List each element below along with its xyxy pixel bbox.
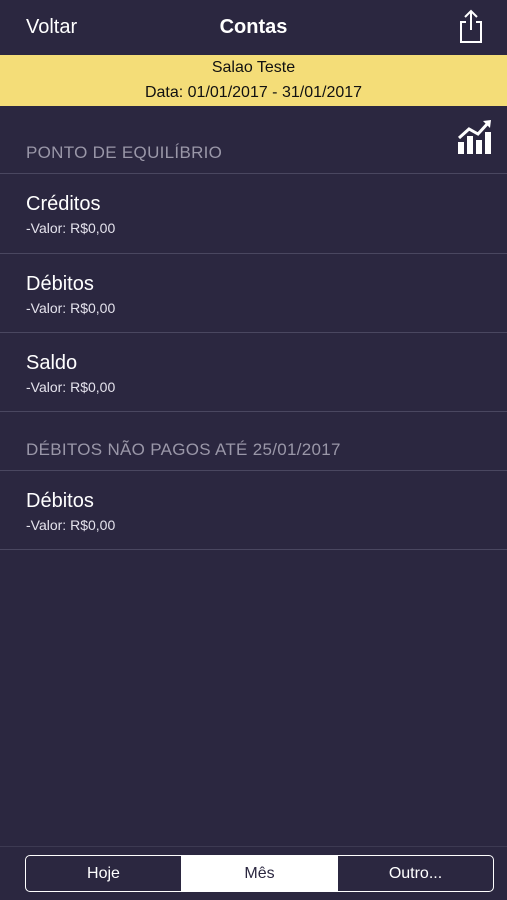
divider <box>0 549 507 550</box>
divider <box>0 411 507 412</box>
period-segmented-control: Hoje Mês Outro... <box>25 855 494 892</box>
account-banner: Salao Teste Data: 01/01/2017 - 31/01/201… <box>0 55 507 106</box>
segment-other[interactable]: Outro... <box>338 856 493 891</box>
share-icon[interactable] <box>456 8 486 44</box>
segment-today[interactable]: Hoje <box>26 856 182 891</box>
list-item-title: Saldo <box>26 352 78 374</box>
list-item-debitos[interactable]: Débitos -Valor: R$0,00 <box>0 254 507 333</box>
list-item-value: -Valor: R$0,00 <box>26 300 116 316</box>
navigation-bar: Voltar Contas <box>0 0 507 56</box>
date-range: Data: 01/01/2017 - 31/01/2017 <box>144 84 363 101</box>
bottom-toolbar: Hoje Mês Outro... <box>0 846 507 900</box>
list-item-title: Créditos <box>26 193 101 215</box>
list-item-title: Débitos <box>26 273 94 295</box>
list-item-value: -Valor: R$0,00 <box>26 379 116 395</box>
account-name: Salao Teste <box>211 59 296 76</box>
list-item-unpaid-debitos[interactable]: Débitos -Valor: R$0,00 <box>0 471 507 550</box>
section-header-unpaid-debits: DÉBITOS NÃO PAGOS ATÉ 25/01/2017 <box>26 440 341 459</box>
list-item-value: -Valor: R$0,00 <box>26 517 116 533</box>
list-item-title: Débitos <box>26 490 94 512</box>
back-button[interactable]: Voltar <box>26 16 77 39</box>
section-header-break-even: PONTO DE EQUILÍBRIO <box>26 143 223 162</box>
list-item-value: -Valor: R$0,00 <box>26 220 116 236</box>
list-item-saldo[interactable]: Saldo -Valor: R$0,00 <box>0 333 507 412</box>
list-item-creditos[interactable]: Créditos -Valor: R$0,00 <box>0 174 507 253</box>
segment-month[interactable]: Mês <box>182 856 338 891</box>
chart-trend-icon[interactable] <box>456 116 496 156</box>
